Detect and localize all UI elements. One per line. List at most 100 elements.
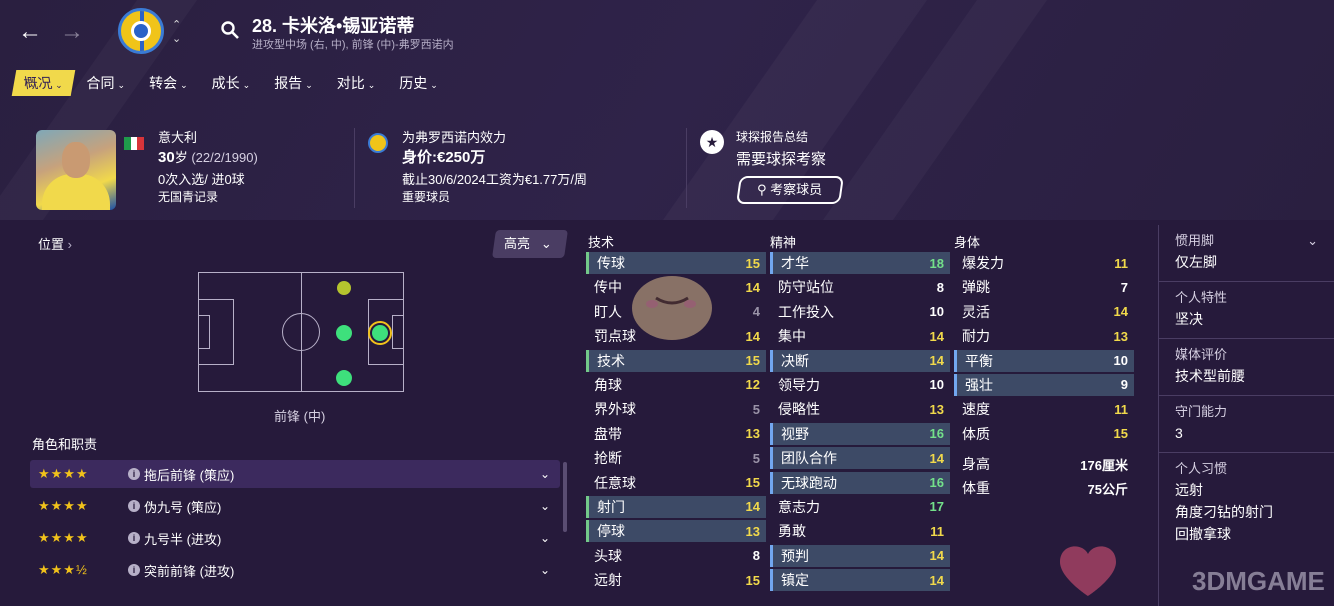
attribute-row[interactable]: 领导力 10 [770, 374, 950, 396]
player-photo [36, 130, 116, 210]
tab-compare[interactable]: 对比 ⌄ [327, 70, 386, 96]
search-icon[interactable] [220, 20, 240, 40]
preferred-foot-block[interactable]: 惯用脚 ⌄ 仅左脚 [1159, 225, 1334, 282]
mental-heading: 精神 [770, 235, 797, 250]
tab-transfer[interactable]: 转会 ⌄ [139, 70, 198, 96]
club-crest[interactable] [118, 8, 164, 54]
role-item[interactable]: ★★★½ i 突前前锋 (进攻) ⌄ [30, 556, 560, 584]
chevron-down-icon[interactable]: ⌄ [172, 32, 181, 45]
role-stars: ★★★★ [38, 466, 89, 481]
weight-label: 体重 [962, 480, 990, 496]
tab-development[interactable]: 成长 ⌄ [202, 70, 261, 96]
attribute-row[interactable]: 头球 8 [586, 545, 766, 567]
chevron-down-icon[interactable]: ⌄ [540, 563, 560, 577]
highlight-dropdown[interactable]: 高亮 ⌄ [492, 230, 568, 258]
chevron-down-icon[interactable]: ⌄ [540, 531, 560, 545]
attribute-row[interactable]: 意志力 17 [770, 496, 950, 518]
tab-bar: 概况⌄ 合同 ⌄ 转会 ⌄ 成长 ⌄ 报告 ⌄ 对比 ⌄ 历史 ⌄ [11, 70, 452, 96]
chevron-down-icon[interactable]: ⌄ [540, 499, 560, 513]
gk-label: 守门能力 [1175, 404, 1228, 419]
role-name: 伪九号 (策应) [144, 499, 222, 515]
attribute-row[interactable]: 镇定 14 [770, 569, 950, 592]
attribute-row[interactable]: 侵略性 13 [770, 398, 950, 420]
attribute-row[interactable]: 界外球 5 [586, 398, 766, 420]
habits-label: 个人习惯 [1175, 461, 1228, 476]
attribute-row[interactable]: 技术 15 [586, 349, 766, 372]
attribute-row[interactable]: 工作投入 10 [770, 301, 950, 323]
attribute-name: 才华 [781, 255, 809, 271]
info-icon[interactable]: i [128, 468, 140, 480]
attribute-row[interactable]: 强壮 9 [954, 373, 1134, 396]
divider [686, 128, 687, 208]
player-positions-subtitle: 进攻型中场 (右, 中), 前锋 (中)-弗罗西诺内 [252, 39, 454, 51]
traits-label: 个人特性 [1175, 290, 1228, 305]
attribute-row[interactable]: 平衡 10 [954, 349, 1134, 372]
back-arrow-icon[interactable]: ← [18, 18, 42, 46]
attribute-value: 5 [752, 401, 760, 417]
attribute-value: 15 [745, 255, 760, 271]
chevron-up-icon[interactable]: ⌃ [172, 18, 181, 31]
tab-overview[interactable]: 概况⌄ [11, 70, 75, 96]
attribute-name: 镇定 [781, 572, 809, 589]
attribute-row[interactable]: 勇敢 11 [770, 520, 950, 542]
attribute-row[interactable]: 视野 16 [770, 422, 950, 445]
attribute-value: 16 [929, 426, 944, 442]
role-name: 拖后前锋 (策应) [144, 467, 235, 483]
attribute-value: 15 [1113, 426, 1128, 442]
attribute-name: 视野 [781, 425, 809, 442]
attribute-row[interactable]: 角球 12 [586, 374, 766, 396]
attribute-row[interactable]: 无球跑动 16 [770, 471, 950, 494]
position-dot-st-c [368, 321, 392, 345]
attribute-name: 平衡 [965, 352, 993, 369]
chevron-down-icon[interactable]: ⌄ [540, 467, 560, 481]
attribute-value: 14 [929, 548, 944, 564]
media-value: 技术型前腰 [1175, 368, 1245, 384]
attribute-value: 5 [752, 450, 760, 466]
attribute-row[interactable]: 任意球 15 [586, 472, 766, 494]
habit-item: 远射 [1175, 482, 1203, 498]
info-icon[interactable]: i [128, 564, 140, 576]
tab-reports[interactable]: 报告 ⌄ [264, 70, 323, 96]
attribute-name: 角球 [594, 376, 622, 393]
role-item[interactable]: ★★★★ i 拖后前锋 (策应) ⌄ [30, 460, 560, 488]
role-item[interactable]: ★★★★ i 伪九号 (策应) ⌄ [30, 492, 560, 520]
attribute-row[interactable]: 抢断 5 [586, 447, 766, 469]
attribute-row[interactable]: 弹跳 7 [954, 276, 1134, 298]
attribute-row[interactable]: 决断 14 [770, 349, 950, 372]
roles-scrollbar[interactable] [563, 462, 567, 532]
attribute-row[interactable]: 才华 18 [770, 252, 950, 274]
attribute-value: 15 [745, 572, 760, 588]
attribute-value: 15 [745, 475, 760, 491]
attribute-name: 射门 [597, 498, 625, 515]
forward-arrow-icon[interactable]: → [60, 18, 84, 46]
attribute-row[interactable]: 停球 13 [586, 520, 766, 543]
role-name: 九号半 (进攻) [144, 531, 222, 547]
attribute-row[interactable]: 速度 11 [954, 398, 1134, 420]
attribute-name: 灵活 [962, 303, 990, 320]
tab-contract[interactable]: 合同 ⌄ [77, 70, 136, 96]
attribute-row[interactable]: 盘带 13 [586, 423, 766, 445]
attribute-row[interactable]: 远射 15 [586, 569, 766, 591]
info-icon[interactable]: i [128, 532, 140, 544]
attribute-row[interactable]: 团队合作 14 [770, 447, 950, 470]
attribute-row[interactable]: 射门 14 [586, 495, 766, 518]
attribute-value: 14 [745, 279, 760, 295]
physical-heading: 身体 [954, 235, 981, 250]
attribute-row[interactable]: 体质 15 [954, 423, 1134, 445]
info-icon[interactable]: i [128, 500, 140, 512]
attribute-row[interactable]: 防守站位 8 [770, 276, 950, 298]
attribute-name: 勇敢 [778, 523, 806, 540]
attribute-row[interactable]: 集中 14 [770, 325, 950, 347]
attribute-row[interactable]: 爆发力 11 [954, 252, 1134, 274]
role-item[interactable]: ★★★★ i 九号半 (进攻) ⌄ [30, 524, 560, 552]
chevron-down-icon[interactable]: ⌄ [1307, 231, 1318, 251]
attribute-value: 17 [929, 499, 944, 515]
attribute-value: 14 [745, 328, 760, 344]
attribute-row[interactable]: 耐力 13 [954, 325, 1134, 347]
tab-history[interactable]: 历史 ⌄ [389, 70, 448, 96]
plays-for: 为弗罗西诺内效力 [402, 130, 507, 145]
attribute-row[interactable]: 预判 14 [770, 544, 950, 567]
scout-player-button[interactable]: ⚲ 考察球员 [736, 176, 844, 204]
position-label[interactable]: 位置 › [38, 234, 72, 253]
attribute-row[interactable]: 灵活 14 [954, 301, 1134, 323]
